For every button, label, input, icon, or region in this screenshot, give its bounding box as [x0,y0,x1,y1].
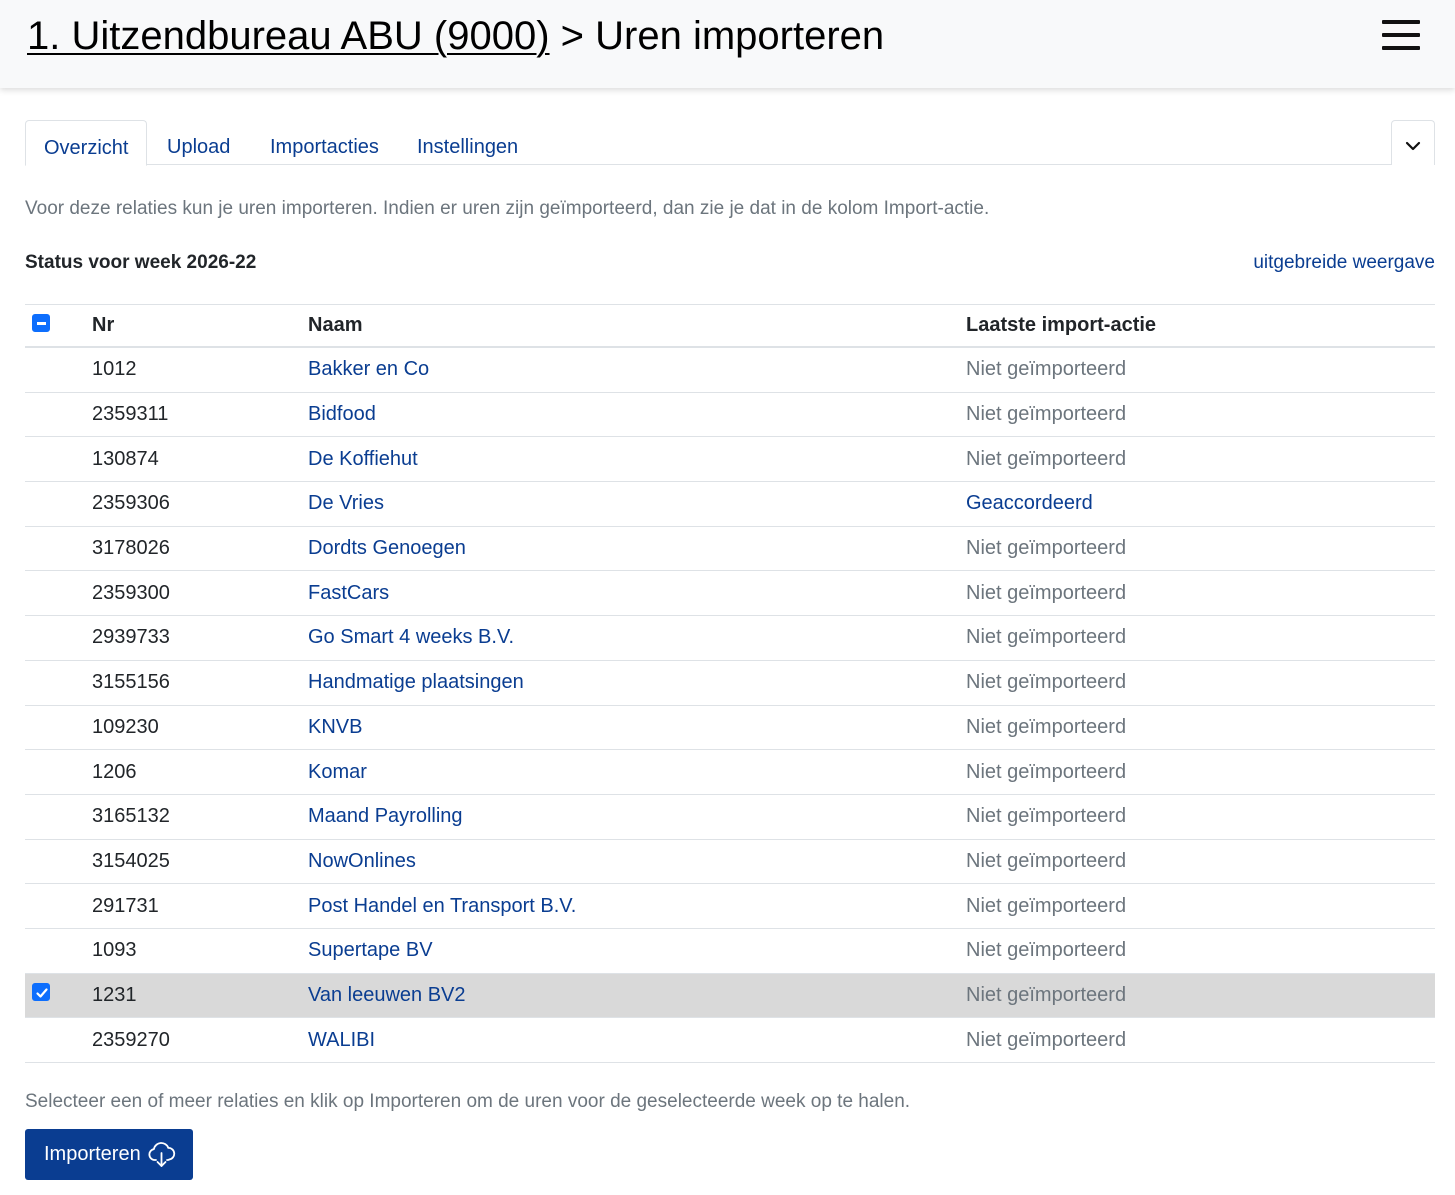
row-name-link[interactable]: Dordts Genoegen [308,527,466,571]
column-header-name[interactable]: Naam [308,305,362,346]
select-all-checkbox[interactable] [32,313,50,332]
row-action-status: Niet geïmporteerd [966,447,1127,470]
row-name-link[interactable]: Komar [308,750,367,794]
column-header-action[interactable]: Laatste import-actie [966,305,1156,346]
row-name-link[interactable]: Supertape BV [308,929,433,973]
row-name-link[interactable]: Go Smart 4 weeks B.V. [308,616,514,660]
row-action-status: Niet geïmporteerd [966,760,1127,783]
row-name-link[interactable]: FastCars [308,571,389,615]
table-row[interactable]: 2359270 WALIBI Niet geïmporteerd [25,1018,1435,1063]
tab-dropdown-button[interactable] [1391,120,1435,165]
row-action-status: Niet geïmporteerd [966,894,1127,917]
row-name-link[interactable]: Post Handel en Transport B.V. [308,884,576,928]
row-name-link[interactable]: NowOnlines [308,840,416,884]
row-action-status: Niet geïmporteerd [966,537,1127,560]
row-nr: 3178026 [92,537,170,560]
chevron-down-icon [1405,141,1421,151]
page-title: Uren importeren [595,14,885,58]
row-action-status: Niet geïmporteerd [966,358,1127,381]
tab-importacties[interactable]: Importacties [252,120,397,165]
import-button-label: Importeren [44,1143,141,1165]
row-name-link[interactable]: WALIBI [308,1018,375,1062]
row-action-status: Niet geïmporteerd [966,983,1127,1006]
row-checkbox[interactable] [32,983,50,1002]
row-nr: 3154025 [92,849,170,872]
table-row[interactable]: 2359306 De Vries Geaccordeerd [25,482,1435,527]
column-header-nr[interactable]: Nr [92,305,114,346]
top-bar: 1. Uitzendbureau ABU (9000) > Uren impor… [0,0,1455,88]
row-nr: 2939733 [92,626,170,649]
row-action-status: Niet geïmporteerd [966,1028,1127,1051]
table-row[interactable]: 1093 Supertape BV Niet geïmporteerd [25,929,1435,974]
organization-link[interactable]: 1. Uitzendbureau ABU (9000) [27,14,550,58]
table-row[interactable]: 1231 Van leeuwen BV2 Niet geïmporteerd [25,973,1435,1019]
import-button[interactable]: Importeren [25,1129,193,1180]
checkmark-icon [36,988,48,999]
row-nr: 3155156 [92,671,170,694]
row-action-status: Niet geïmporteerd [966,626,1127,649]
row-action-status: Niet geïmporteerd [966,805,1127,828]
status-title: Status voor week 2026-22 [25,252,257,273]
table-row[interactable]: 3178026 Dordts Genoegen Niet geïmporteerd [25,527,1435,572]
row-nr: 109230 [92,715,159,738]
row-action-status: Niet geïmporteerd [966,715,1127,738]
table-row[interactable]: 3155156 Handmatige plaatsingen Niet geïmpo… [25,661,1435,706]
page-header-title: 1. Uitzendbureau ABU (9000) > Uren impor… [27,12,884,60]
tab-upload[interactable]: Upload [149,120,248,165]
tab-bar: Overzicht Upload Importacties Instelling… [25,120,1435,166]
row-nr: 1093 [92,939,137,962]
footer-instruction: Selecteer een of meer relaties en klik o… [25,1091,911,1112]
table-row[interactable]: 3165132 Maand Payrolling Niet geïmporteerd [25,795,1435,840]
relations-table: Nr Naam Laatste import-actie 1012 Bakker … [25,304,1435,1063]
row-nr: 1206 [92,760,137,783]
table-row[interactable]: 291731 Post Handel en Transport B.V. Niet … [25,884,1435,929]
row-name-link[interactable]: Maand Payrolling [308,795,463,839]
table-row[interactable]: 109230 KNVB Niet geïmporteerd [25,706,1435,751]
row-action-status: Niet geïmporteerd [966,849,1127,872]
row-name-link[interactable]: KNVB [308,706,362,750]
row-nr: 3165132 [92,805,170,828]
tab-instellingen[interactable]: Instellingen [399,120,536,165]
row-action-status: Niet geïmporteerd [966,671,1127,694]
row-action-status: Niet geïmporteerd [966,581,1127,604]
tab-overzicht[interactable]: Overzicht [25,120,148,166]
row-name-link[interactable]: Handmatige plaatsingen [308,661,524,705]
row-name-link[interactable]: De Koffiehut [308,437,418,481]
row-name-link[interactable]: Bidfood [308,393,376,437]
breadcrumb-separator: > [549,14,596,58]
row-nr: 291731 [92,894,159,917]
table-row[interactable]: 1012 Bakker en Co Niet geïmporteerd [25,348,1435,393]
row-action-status: Niet geïmporteerd [966,403,1127,426]
row-nr: 1231 [92,983,137,1006]
extended-view-link[interactable]: uitgebreide weergave [1253,252,1435,274]
table-row[interactable]: 2939733 Go Smart 4 weeks B.V. Niet geïmpor… [25,616,1435,661]
hamburger-menu-icon[interactable] [1382,20,1420,50]
cloud-download-icon [148,1141,175,1167]
row-name-link[interactable]: Van leeuwen BV2 [308,974,466,1018]
table-row[interactable]: 1206 Komar Niet geïmporteerd [25,750,1435,795]
table-row[interactable]: 3154025 NowOnlines Niet geïmporteerd [25,840,1435,885]
row-nr: 130874 [92,447,159,470]
row-name-link[interactable]: Bakker en Co [308,348,429,392]
table-header: Nr Naam Laatste import-actie [25,304,1435,348]
table-row[interactable]: 2359300 FastCars Niet geïmporteerd [25,571,1435,617]
row-action-link[interactable]: Geaccordeerd [966,482,1093,526]
row-action-status: Niet geïmporteerd [966,939,1127,962]
table-row[interactable]: 130874 De Koffiehut Niet geïmporteerd [25,437,1435,483]
table-row[interactable]: 2359311 Bidfood Niet geïmporteerd [25,393,1435,438]
row-nr: 2359306 [92,492,170,515]
row-nr: 1012 [92,358,137,381]
intro-text: Voor deze relaties kun je uren importere… [25,198,990,219]
row-nr: 2359311 [92,403,169,426]
table-body: 1012 Bakker en Co Niet geïmporteerd 2359311… [25,348,1435,1063]
row-nr: 2359300 [92,581,170,604]
row-nr: 2359270 [92,1028,170,1051]
row-name-link[interactable]: De Vries [308,482,384,526]
